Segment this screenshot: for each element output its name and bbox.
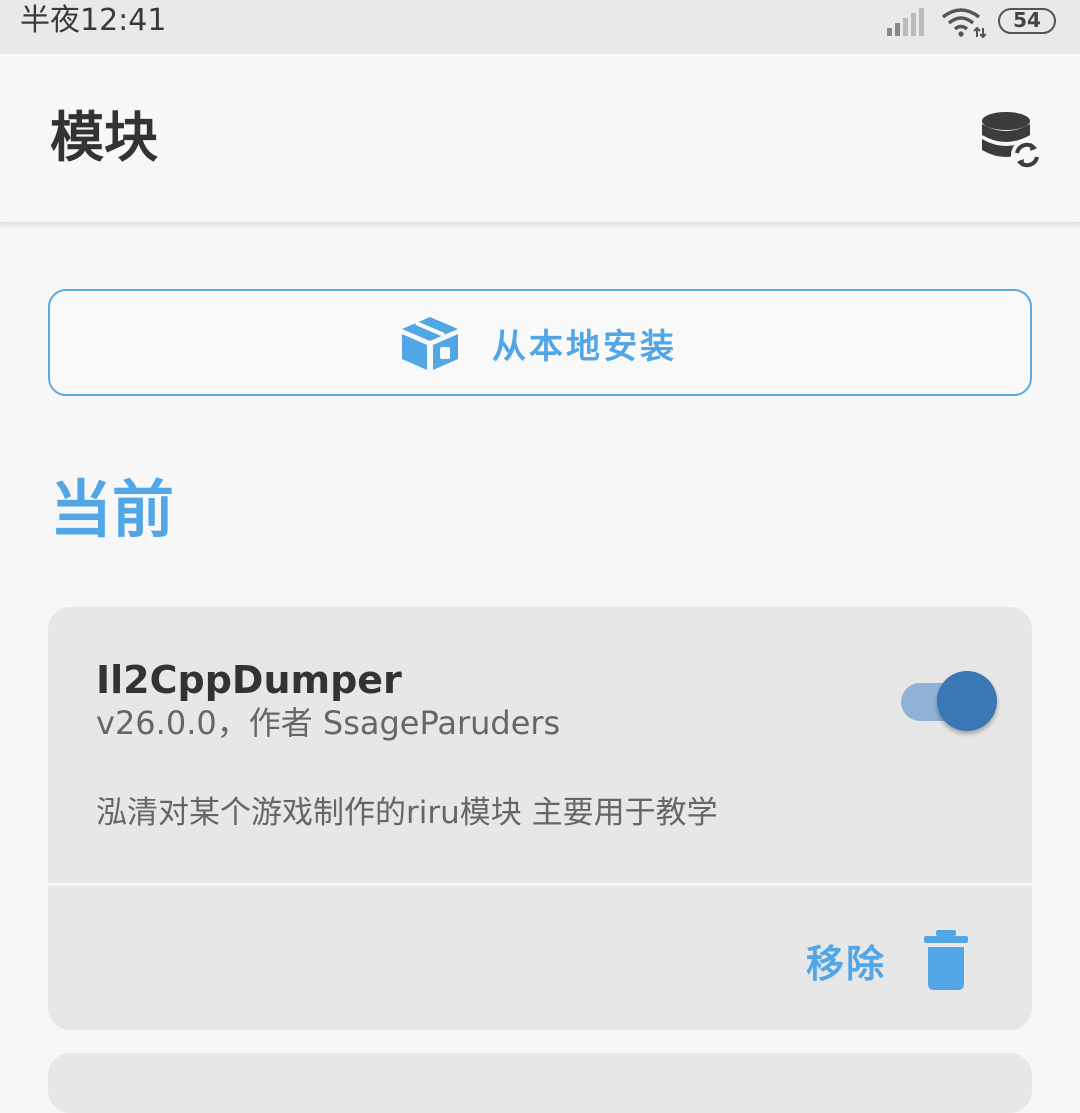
module-name: Il2CppDumper bbox=[96, 658, 402, 702]
package-icon bbox=[402, 317, 458, 370]
module-card-next bbox=[48, 1053, 1032, 1113]
status-time: 半夜12:41 bbox=[20, 3, 167, 38]
status-bar: 半夜12:41 54 bbox=[0, 0, 1080, 54]
trash-icon bbox=[924, 930, 969, 990]
section-current-title: 当前 bbox=[50, 473, 175, 546]
remove-module-button[interactable]: 移除 bbox=[806, 925, 969, 995]
battery-icon: 54 bbox=[998, 8, 1056, 34]
module-card: Il2CppDumper v26.0.0，作者 SsageParuders 泓清… bbox=[48, 607, 1032, 1030]
wifi-icon bbox=[941, 8, 986, 38]
install-from-local-button[interactable]: 从本地安装 bbox=[48, 289, 1032, 396]
module-version-author: v26.0.0，作者 SsageParuders bbox=[96, 704, 561, 742]
page-title: 模块 bbox=[50, 106, 158, 169]
toggle-thumb bbox=[937, 671, 997, 731]
signal-icon bbox=[887, 8, 924, 36]
module-enable-toggle[interactable] bbox=[901, 671, 999, 733]
module-description: 泓清对某个游戏制作的riru模块 主要用于教学 bbox=[96, 795, 718, 831]
database-sync-icon[interactable] bbox=[980, 110, 1044, 174]
install-from-local-label: 从本地安装 bbox=[492, 326, 677, 367]
card-divider bbox=[48, 883, 1032, 886]
remove-label: 移除 bbox=[806, 941, 887, 986]
app-bar: 模块 bbox=[0, 54, 1080, 223]
